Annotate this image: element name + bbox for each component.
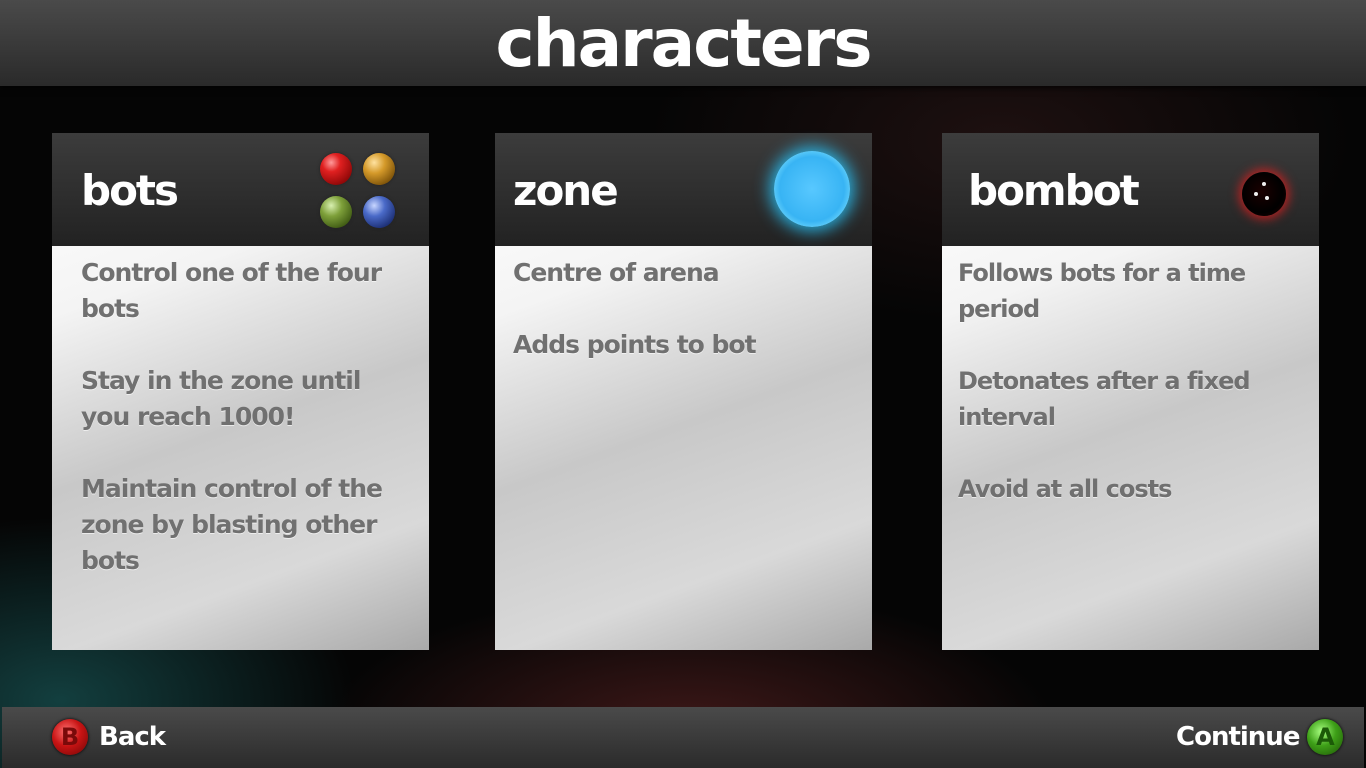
card-line: Control one of the four bots <box>81 258 382 323</box>
card-description: Control one of the four bots Stay in the… <box>81 255 421 615</box>
continue-button[interactable]: Continue A <box>1176 717 1344 757</box>
bombot-light <box>1265 196 1269 200</box>
card-bombot: bombot Follows bots for a time period De… <box>942 133 1319 650</box>
header-bar: characters <box>0 0 1366 86</box>
card-description: Centre of arena Adds points to bot <box>513 255 853 399</box>
bombot-light <box>1254 192 1258 196</box>
card-bots: bots Control one of the four bots Stay i… <box>52 133 429 650</box>
card-zone: zone Centre of arena Adds points to bot <box>495 133 872 650</box>
bombot-icon <box>1242 172 1286 216</box>
a-button-icon: A <box>1307 719 1344 755</box>
card-title: bots <box>81 166 179 215</box>
blue-bot-icon <box>363 196 395 228</box>
card-line: Maintain control of the zone by blasting… <box>81 474 383 575</box>
card-line: Stay in the zone until you reach 1000! <box>81 366 361 431</box>
bombot-light <box>1262 182 1266 186</box>
card-header: bots <box>52 133 429 246</box>
back-label: Back <box>99 722 166 752</box>
continue-label: Continue <box>1176 722 1300 752</box>
b-button-icon: B <box>52 719 88 755</box>
card-title: zone <box>513 166 619 215</box>
red-bot-icon <box>320 153 352 185</box>
card-line: Avoid at all costs <box>958 475 1172 503</box>
footer-bar <box>2 707 1364 768</box>
card-line: Adds points to bot <box>513 330 757 359</box>
card-title: bombot <box>968 166 1140 215</box>
zone-orb-icon <box>774 151 850 227</box>
card-line: Detonates after a fixed interval <box>958 367 1251 431</box>
card-description: Follows bots for a time period Detonates… <box>958 255 1318 543</box>
card-header: zone <box>495 133 872 246</box>
card-header: bombot <box>942 133 1319 246</box>
orange-bot-icon <box>363 153 395 185</box>
back-button[interactable]: B Back <box>52 717 166 757</box>
screen-title: characters <box>495 5 872 82</box>
green-bot-icon <box>320 196 352 228</box>
card-line: Centre of arena <box>513 258 720 287</box>
card-line: Follows bots for a time period <box>958 259 1246 323</box>
characters-screen: characters bots Control one of the four … <box>0 0 1366 768</box>
